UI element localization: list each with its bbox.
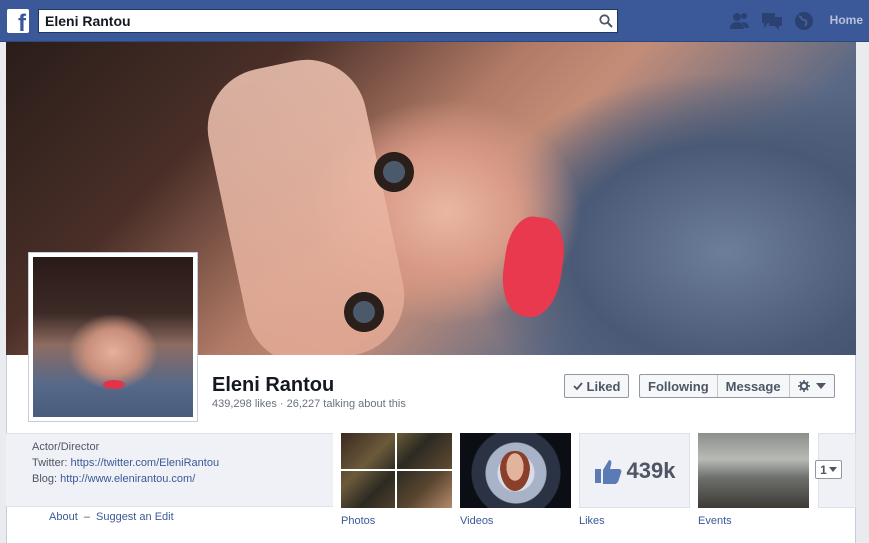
search-input[interactable]: Eleni Rantou (39, 13, 595, 29)
profile-image (33, 257, 193, 417)
about-box: Actor/Director Twitter: https://twitter.… (6, 433, 333, 507)
facebook-logo-icon[interactable]: f (7, 9, 29, 37)
about-links: About – Suggest an Edit (49, 511, 174, 523)
page-actions-group: Following Message (639, 374, 835, 398)
search-icon[interactable] (595, 10, 617, 32)
events-tile[interactable] (698, 433, 809, 508)
notifications-globe-icon[interactable] (793, 10, 815, 32)
following-button[interactable]: Following (640, 375, 718, 397)
likes-label[interactable]: Likes (579, 515, 605, 527)
events-label[interactable]: Events (698, 515, 732, 527)
videos-tile[interactable] (460, 433, 571, 508)
photos-label[interactable]: Photos (341, 515, 375, 527)
likes-count: 439k (626, 457, 676, 483)
chevron-down-icon (815, 383, 826, 389)
video-thumbnail-face (500, 451, 530, 491)
checkmark-icon (572, 381, 583, 391)
message-button[interactable]: Message (718, 375, 790, 397)
liked-label: Liked (586, 378, 621, 394)
photos-tile[interactable] (341, 433, 452, 508)
blog-label: Blog: (32, 473, 58, 485)
cover-eye-shape (374, 142, 414, 202)
page-title[interactable]: Eleni Rantou (212, 374, 334, 397)
search-box[interactable]: Eleni Rantou (38, 9, 618, 33)
about-link[interactable]: About (49, 511, 78, 523)
messages-icon[interactable] (761, 10, 783, 32)
videos-label[interactable]: Videos (460, 515, 493, 527)
cover-lips-shape (497, 213, 569, 321)
about-separator: – (83, 511, 90, 523)
pager-value: 1 (820, 462, 827, 477)
gear-icon (797, 380, 810, 392)
chevron-down-icon (828, 467, 837, 472)
blog-link[interactable]: http://www.elenirantou.com/ (60, 473, 195, 485)
top-bar: f Eleni Rantou Home (0, 0, 869, 42)
home-link[interactable]: Home (830, 13, 863, 27)
twitter-label: Twitter: (32, 457, 68, 469)
suggest-edit-link[interactable]: Suggest an Edit (96, 511, 174, 523)
settings-dropdown-button[interactable] (790, 375, 834, 397)
twitter-link[interactable]: https://twitter.com/EleniRantou (71, 457, 220, 469)
cover-eye-shape (344, 282, 384, 342)
likes-tile[interactable]: 439k (579, 433, 690, 508)
apps-pager-dropdown[interactable]: 1 (815, 460, 842, 479)
page-stats: 439,298 likes · 26,227 talking about thi… (212, 398, 406, 410)
page-category: Actor/Director (32, 441, 100, 453)
profile-lips-shape (103, 380, 125, 389)
profile-picture[interactable] (28, 252, 198, 422)
facebook-page-window: f Eleni Rantou Home Eleni Rantou 439,298… (0, 0, 869, 543)
twitter-line: Twitter: https://twitter.com/EleniRantou (32, 457, 219, 469)
thumbs-up-icon (594, 458, 622, 484)
facebook-logo-letter: f (18, 10, 26, 37)
blog-line: Blog: http://www.elenirantou.com/ (32, 473, 195, 485)
liked-button[interactable]: Liked (564, 374, 629, 398)
friends-icon[interactable] (729, 10, 751, 32)
